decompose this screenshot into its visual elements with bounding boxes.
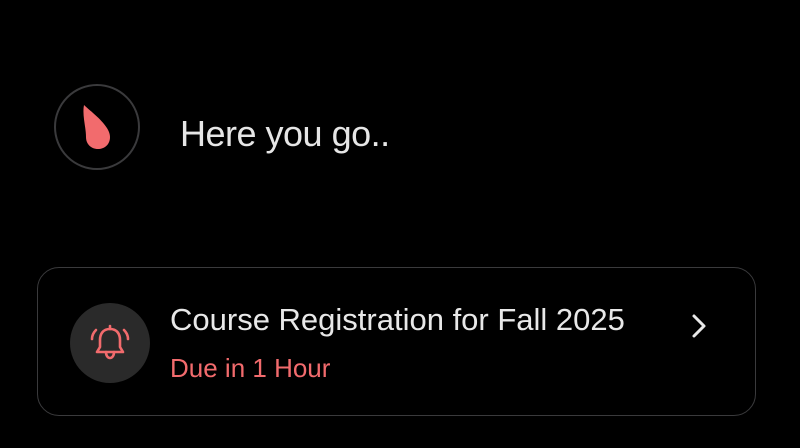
- due-label: Due in 1 Hour: [170, 353, 331, 383]
- droplet-logo-icon: [83, 105, 110, 149]
- chevron-right-icon[interactable]: [687, 312, 711, 340]
- bell-ringing-icon: [90, 324, 130, 360]
- task-card[interactable]: Course Registration for Fall 2025 Due in…: [37, 267, 756, 416]
- bell-badge: [70, 303, 150, 383]
- assistant-avatar: [54, 84, 140, 170]
- assistant-message: Here you go..: [180, 113, 390, 154]
- chat-screen: Here you go.. Course Registration for Fa…: [0, 0, 800, 448]
- task-title: Course Registration for Fall 2025: [170, 302, 625, 337]
